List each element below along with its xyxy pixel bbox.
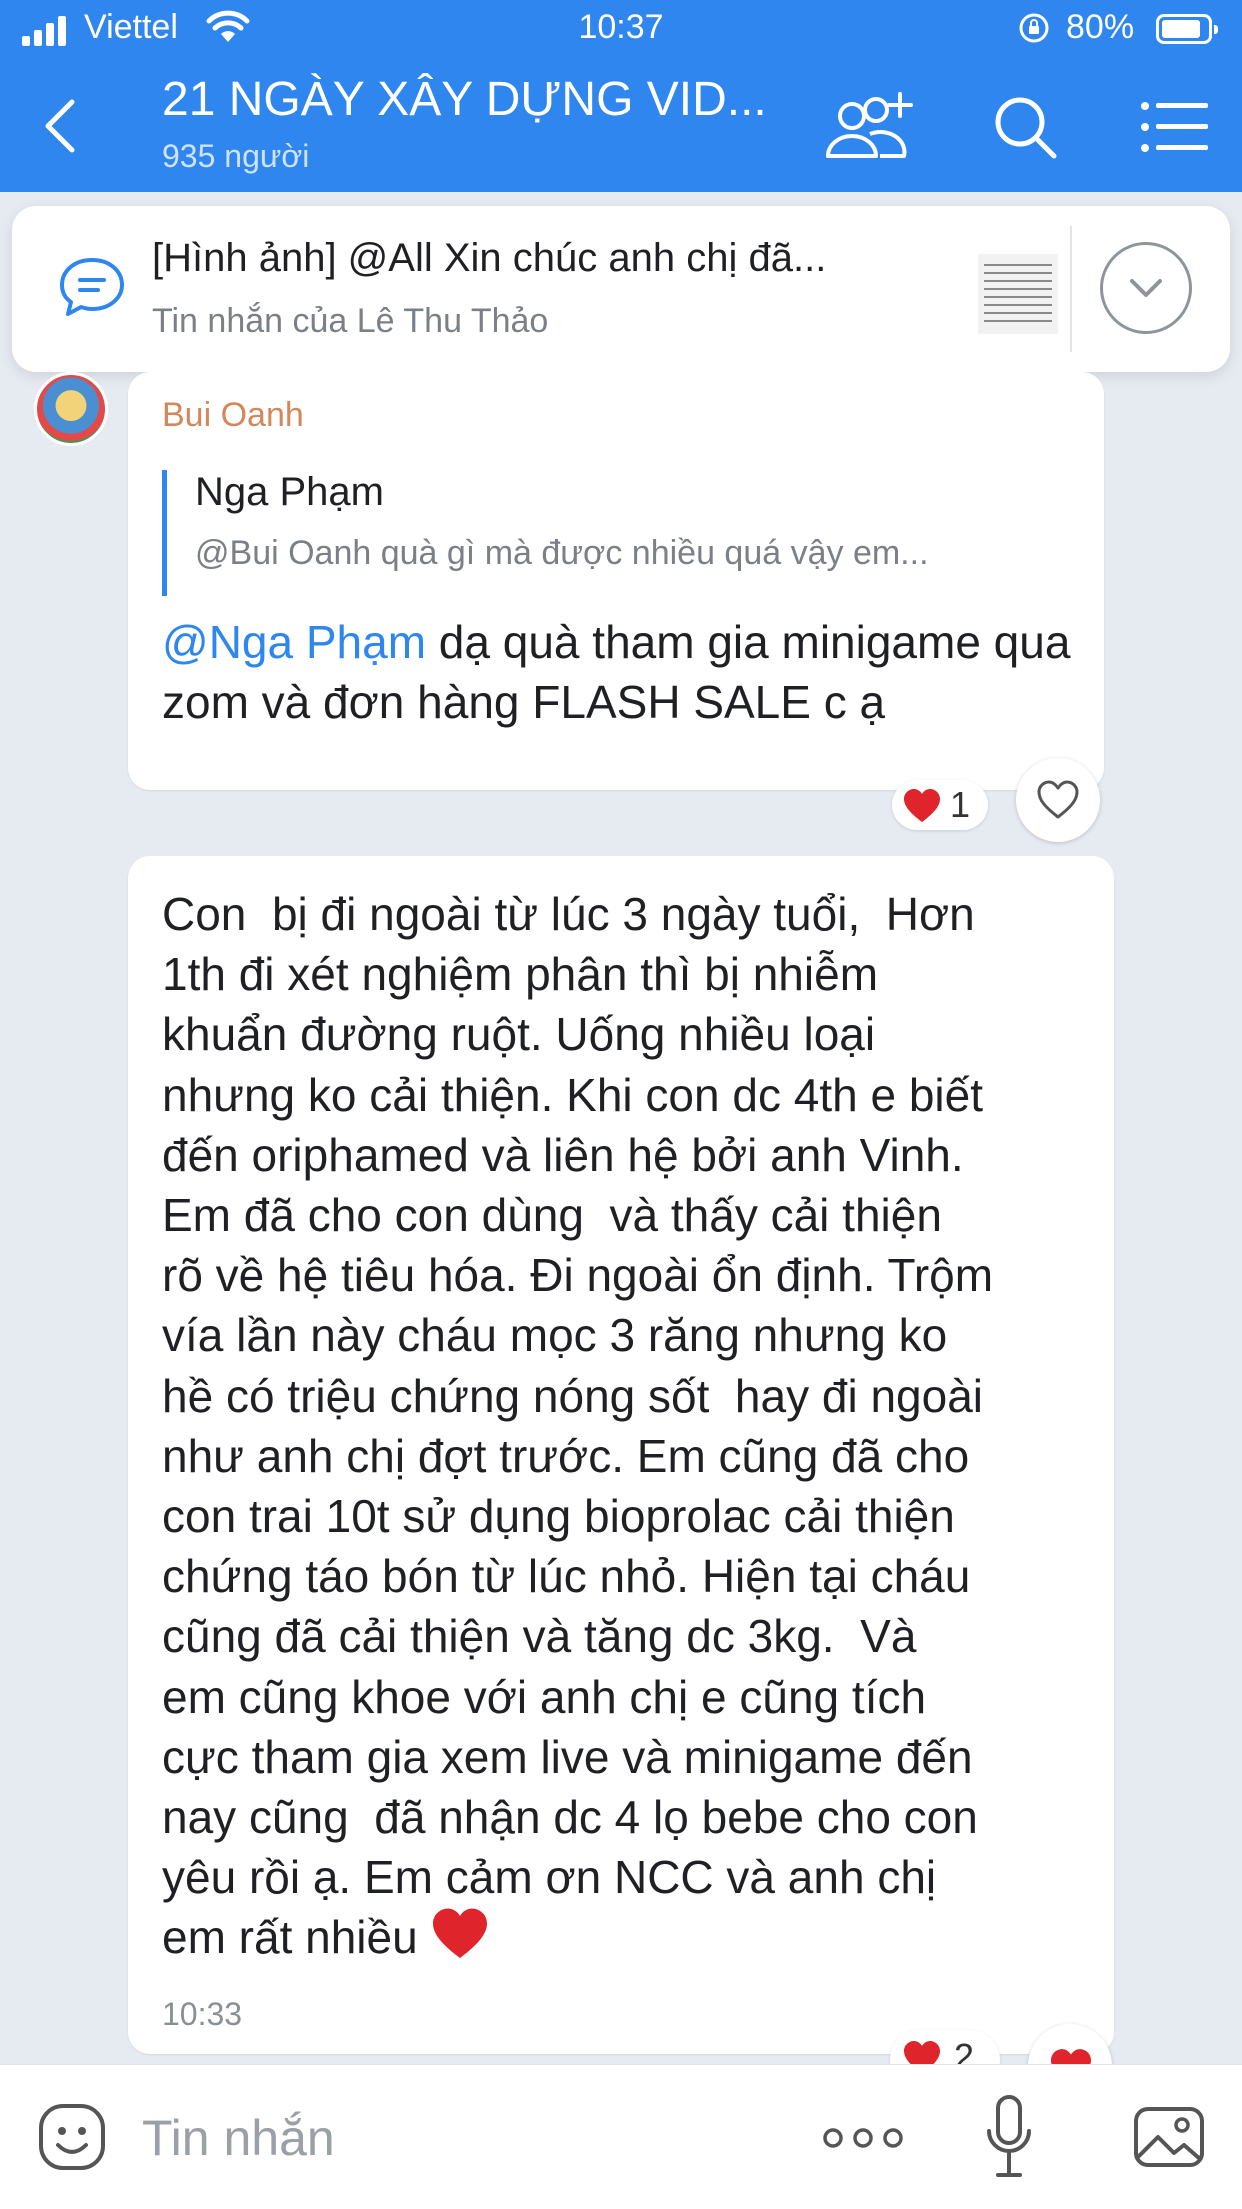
image-icon[interactable]: [1132, 2105, 1206, 2169]
message-bubble[interactable]: Bui Oanh Nga Phạm @Bui Oanh quà gì mà đư…: [128, 372, 1104, 790]
group-title[interactable]: 21 NGÀY XÂY DỰNG VID...: [162, 72, 802, 127]
pinned-message-icon: [60, 258, 124, 316]
status-time: 10:37: [578, 8, 664, 46]
menu-icon[interactable]: [1140, 100, 1210, 154]
reaction-badge[interactable]: 1: [892, 780, 988, 830]
expand-chevron-icon: [1130, 279, 1162, 297]
message-bubble[interactable]: Con bị đi ngoài từ lúc 3 ngày tuổi, Hơn …: [128, 856, 1114, 2054]
pinned-message-author: Tin nhắn của Lê Thu Thảo: [152, 302, 549, 340]
message-body: Con bị đi ngoài từ lúc 3 ngày tuổi, Hơn …: [162, 888, 994, 1964]
expand-pinned-button[interactable]: [1100, 242, 1192, 334]
quoted-sender: Nga Phạm: [195, 470, 384, 514]
pinned-message-text: [Hình ảnh] @All Xin chúc anh chị đã...: [152, 236, 827, 280]
reaction-count: 1: [950, 784, 971, 825]
pinned-message-bar[interactable]: [Hình ảnh] @All Xin chúc anh chị đã... T…: [12, 206, 1230, 372]
emoji-icon[interactable]: [36, 2101, 108, 2173]
quoted-message[interactable]: Nga Phạm @Bui Oanh quà gì mà được nhiều …: [162, 470, 1087, 596]
quoted-text: @Bui Oanh quà gì mà được nhiều quá vậy e…: [195, 534, 929, 572]
battery-percent: 80%: [1066, 8, 1135, 46]
heart-outline-icon: [1037, 780, 1079, 819]
heart-icon: [904, 789, 940, 822]
microphone-icon[interactable]: [984, 2093, 1034, 2181]
member-count: 935 người: [162, 138, 310, 174]
back-icon[interactable]: [38, 96, 82, 156]
avatar[interactable]: [34, 372, 108, 446]
message-time: 10:33: [162, 1996, 243, 2032]
message-input[interactable]: Tin nhắn: [142, 2109, 335, 2167]
more-icon[interactable]: [822, 2127, 904, 2149]
chat-header: Viettel 10:37 80% 21 NGÀY XÂY DỰNG VID..…: [0, 0, 1242, 192]
mention-link[interactable]: @Nga Phạm: [162, 616, 426, 668]
heart-emoji-icon: [433, 1908, 488, 1959]
rotation-lock-icon: [1019, 13, 1049, 43]
message-text: @Nga Phạm dạ quà tham gia minigame qua z…: [162, 612, 1082, 732]
like-button[interactable]: [1016, 758, 1100, 842]
message-composer: Tin nhắn: [0, 2064, 1242, 2209]
add-member-icon[interactable]: [820, 88, 916, 168]
battery-icon: [1156, 14, 1218, 44]
status-bar: Viettel 10:37 80%: [0, 0, 1242, 62]
pinned-divider: [1070, 226, 1072, 352]
search-icon[interactable]: [990, 92, 1060, 162]
message-text: Con bị đi ngoài từ lúc 3 ngày tuổi, Hơn …: [162, 884, 1102, 1968]
pinned-image-thumbnail: [978, 254, 1058, 334]
sender-name[interactable]: Bui Oanh: [162, 396, 304, 435]
